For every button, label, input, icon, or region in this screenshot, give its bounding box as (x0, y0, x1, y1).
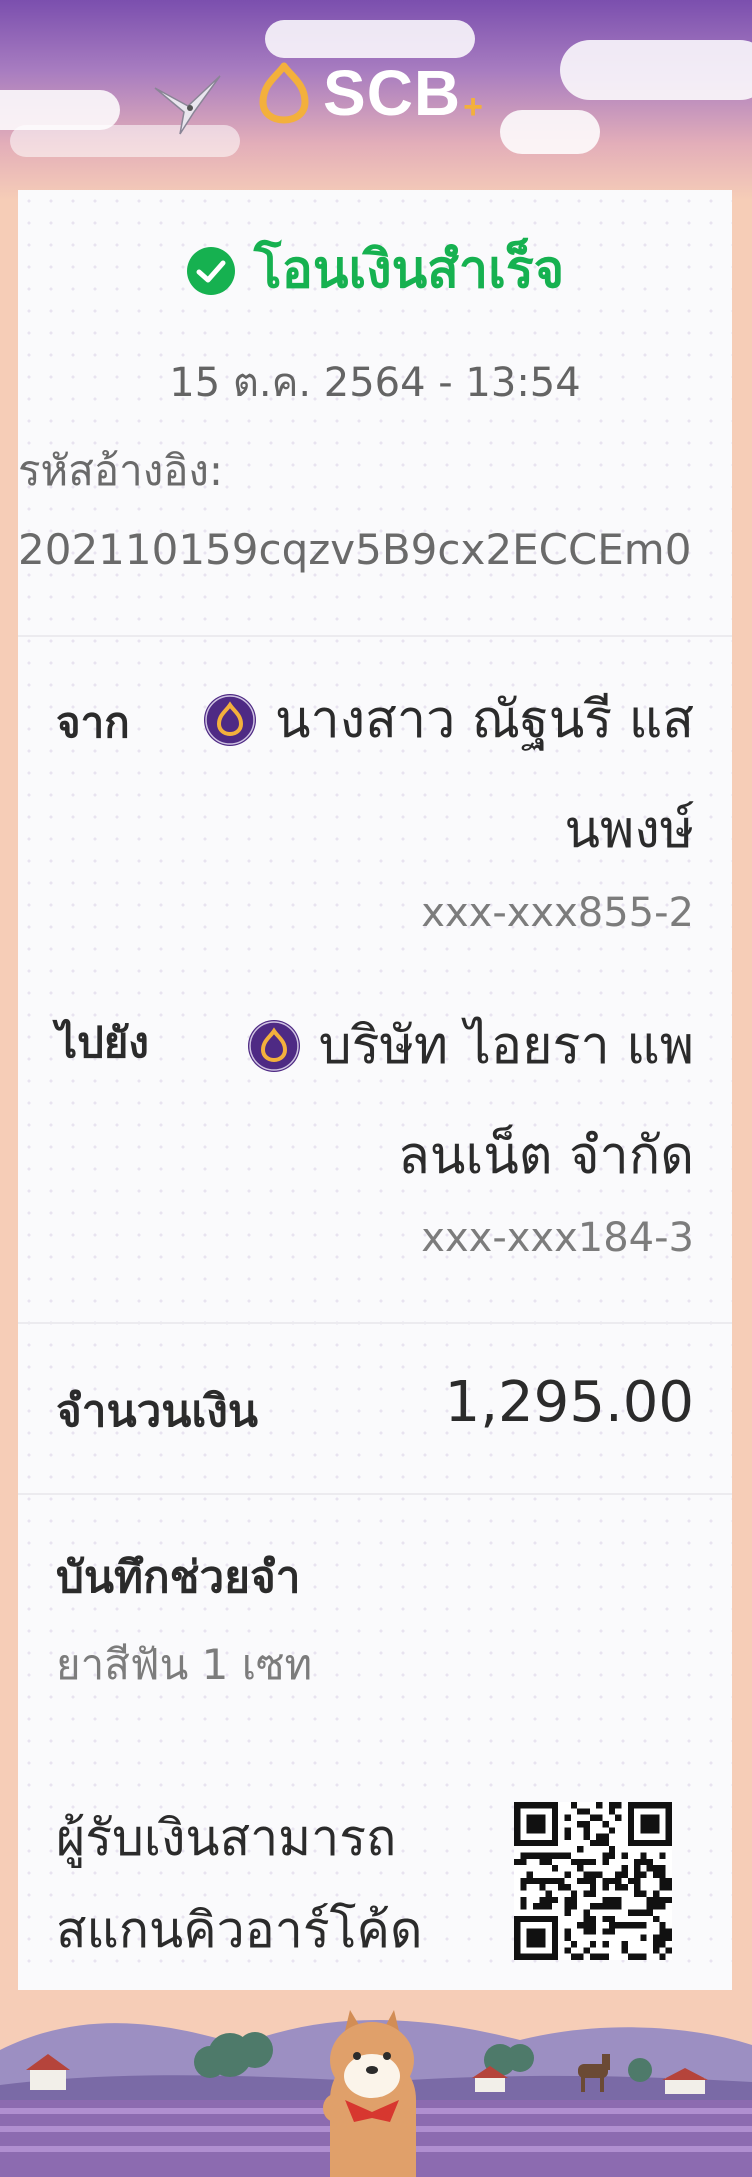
status-row: โอนเงินสำเร็จ (18, 240, 732, 300)
from-label: จาก (56, 698, 130, 747)
from-name-line2: นพงษ์ (564, 800, 695, 860)
cloud-decoration (0, 90, 120, 130)
to-name-line1: บริษัท ไอยรา แพ (318, 1016, 694, 1076)
qr-caption-line1: ผู้รับเงินสามารถ (56, 1809, 397, 1867)
scb-bank-icon (247, 1020, 300, 1072)
scb-logo-icon (259, 62, 309, 124)
reference-label: รหัสอ้างอิง: (18, 446, 224, 495)
to-name-line2: ลนเน็ต จำกัด (398, 1126, 694, 1186)
cloud-decoration (500, 110, 600, 154)
divider (18, 1493, 732, 1495)
brand-plus: + (463, 87, 483, 126)
to-label: ไปยัง (56, 1018, 149, 1067)
divider (18, 635, 732, 637)
brand-name: SCB (323, 57, 462, 129)
memo-value: ยาสีฟัน 1 เซท (56, 1640, 313, 1689)
check-circle-icon (186, 246, 235, 295)
scb-plus-logo: SCB + (255, 58, 483, 128)
amount-label: จำนวนเงิน (56, 1386, 258, 1437)
receipt-card: โอนเงินสำเร็จ 15 ต.ค. 2564 - 13:54 รหัสอ… (18, 190, 732, 1990)
memo-label: บันทึกช่วยจำ (56, 1552, 301, 1603)
status-title: โอนเงินสำเร็จ (253, 240, 565, 300)
reference-value[interactable]: 202110159cqzv5B9cx2ECCEm0 (18, 525, 691, 574)
qr-caption: ผู้รับเงินสามารถ สแกนคิวอาร์โค้ด (56, 1792, 422, 1976)
scb-bank-icon (204, 694, 256, 746)
from-name: นางสาว ณัฐนรี แส นพงษ์ (174, 670, 694, 880)
bird-icon (154, 75, 221, 135)
qr-caption-line2: สแกนคิวอาร์โค้ด (56, 1901, 423, 1959)
cloud-decoration (560, 40, 752, 100)
landscape-illustration (0, 1990, 752, 2177)
to-name: บริษัท ไอยรา แพ ลนเน็ต จำกัด (174, 996, 694, 1206)
header-banner: SCB + (0, 0, 752, 200)
from-account: xxx-xxx855-2 (421, 890, 694, 936)
amount-value: 1,295.00 (444, 1370, 694, 1435)
to-account: xxx-xxx184-3 (421, 1215, 694, 1261)
transaction-datetime: 15 ต.ค. 2564 - 13:54 (169, 360, 581, 406)
from-name-line1: นางสาว ณัฐนรี แส (275, 690, 694, 750)
divider (18, 1322, 732, 1324)
qr-code[interactable] (514, 1802, 672, 1960)
cloud-decoration (265, 20, 475, 58)
